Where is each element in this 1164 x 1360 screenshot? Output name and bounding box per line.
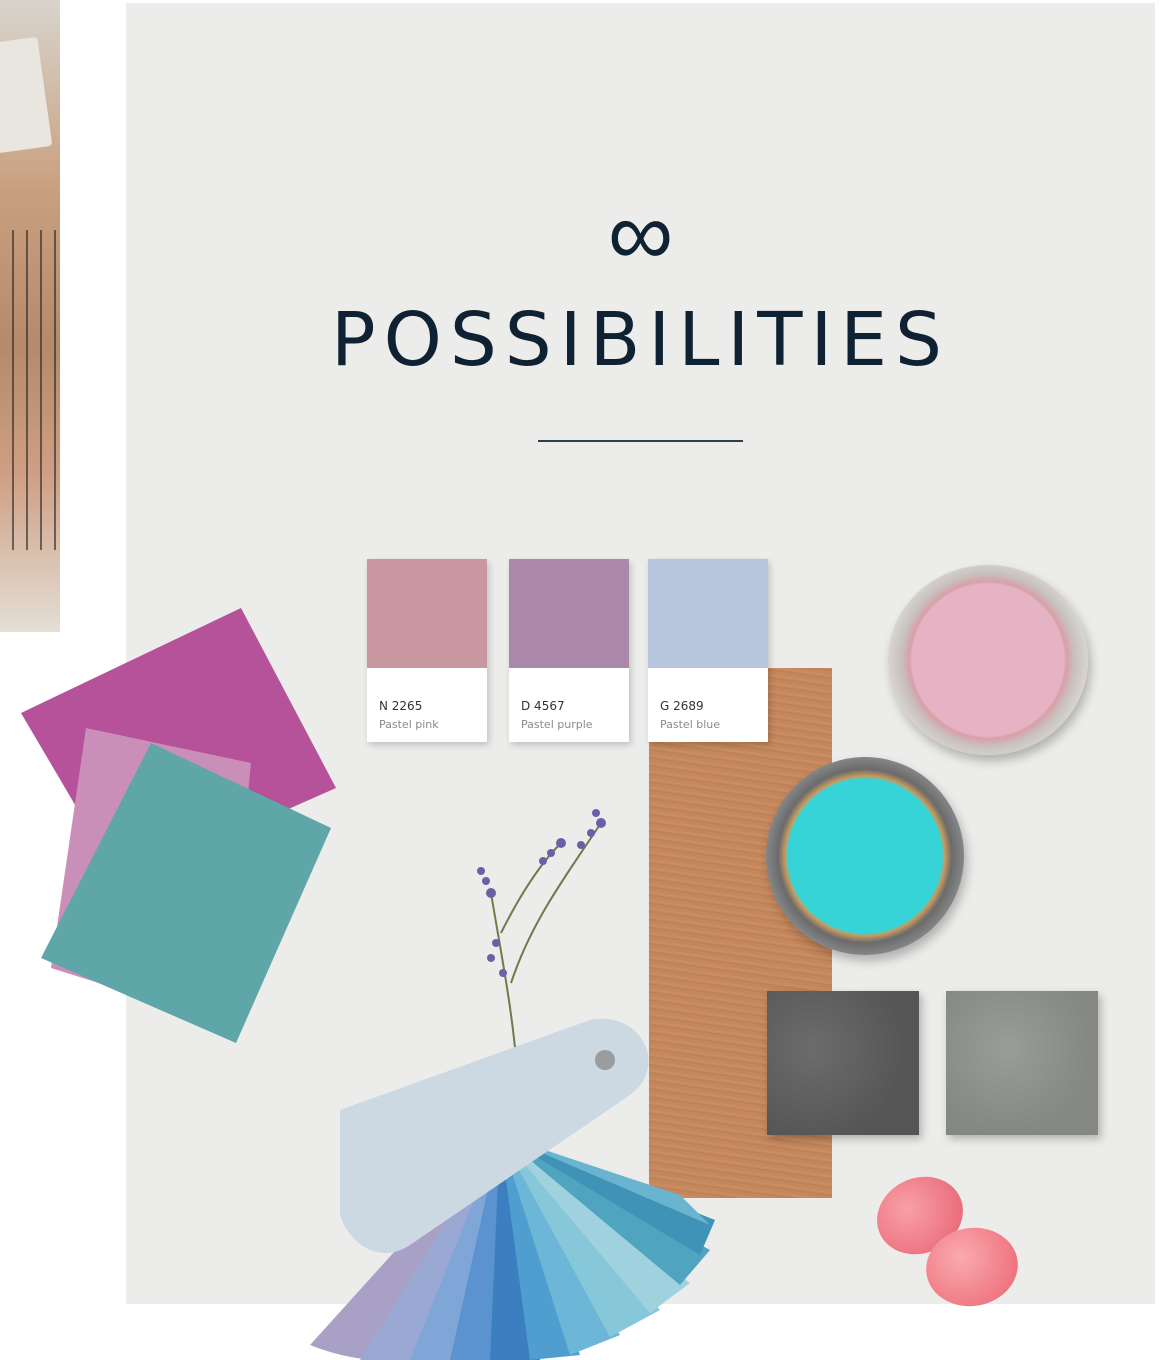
color-card-pink: N 2265 Pastel pink: [367, 559, 487, 742]
card-name: Pastel blue: [660, 718, 721, 731]
fan-deck-graphic: [310, 1018, 715, 1360]
stone-tile-dark: [767, 991, 919, 1135]
tile-sample: [0, 36, 53, 154]
card-code: D 4567: [521, 699, 565, 713]
card-code: G 2689: [660, 699, 704, 713]
infinity-icon: ∞: [607, 180, 674, 287]
card-swatch: [648, 559, 768, 668]
title-divider: [538, 440, 743, 442]
fan-rivet: [595, 1050, 615, 1070]
stone-tile-light: [946, 991, 1098, 1135]
page-title: POSSIBILITIES: [330, 297, 951, 383]
card-code: N 2265: [379, 699, 423, 713]
wire-basket: [0, 230, 60, 550]
card-name: Pastel purple: [521, 718, 593, 731]
color-card-blue: G 2689 Pastel blue: [648, 559, 768, 742]
paint-can-pink: [888, 565, 1088, 755]
color-fan-deck: [210, 1015, 720, 1360]
left-photo: [0, 0, 60, 632]
color-card-purple: D 4567 Pastel purple: [509, 559, 629, 742]
card-name: Pastel pink: [379, 718, 439, 731]
paint-can-teal: [766, 757, 964, 955]
fabric-swatches: [21, 608, 336, 1043]
card-swatch: [367, 559, 487, 668]
card-swatch: [509, 559, 629, 668]
